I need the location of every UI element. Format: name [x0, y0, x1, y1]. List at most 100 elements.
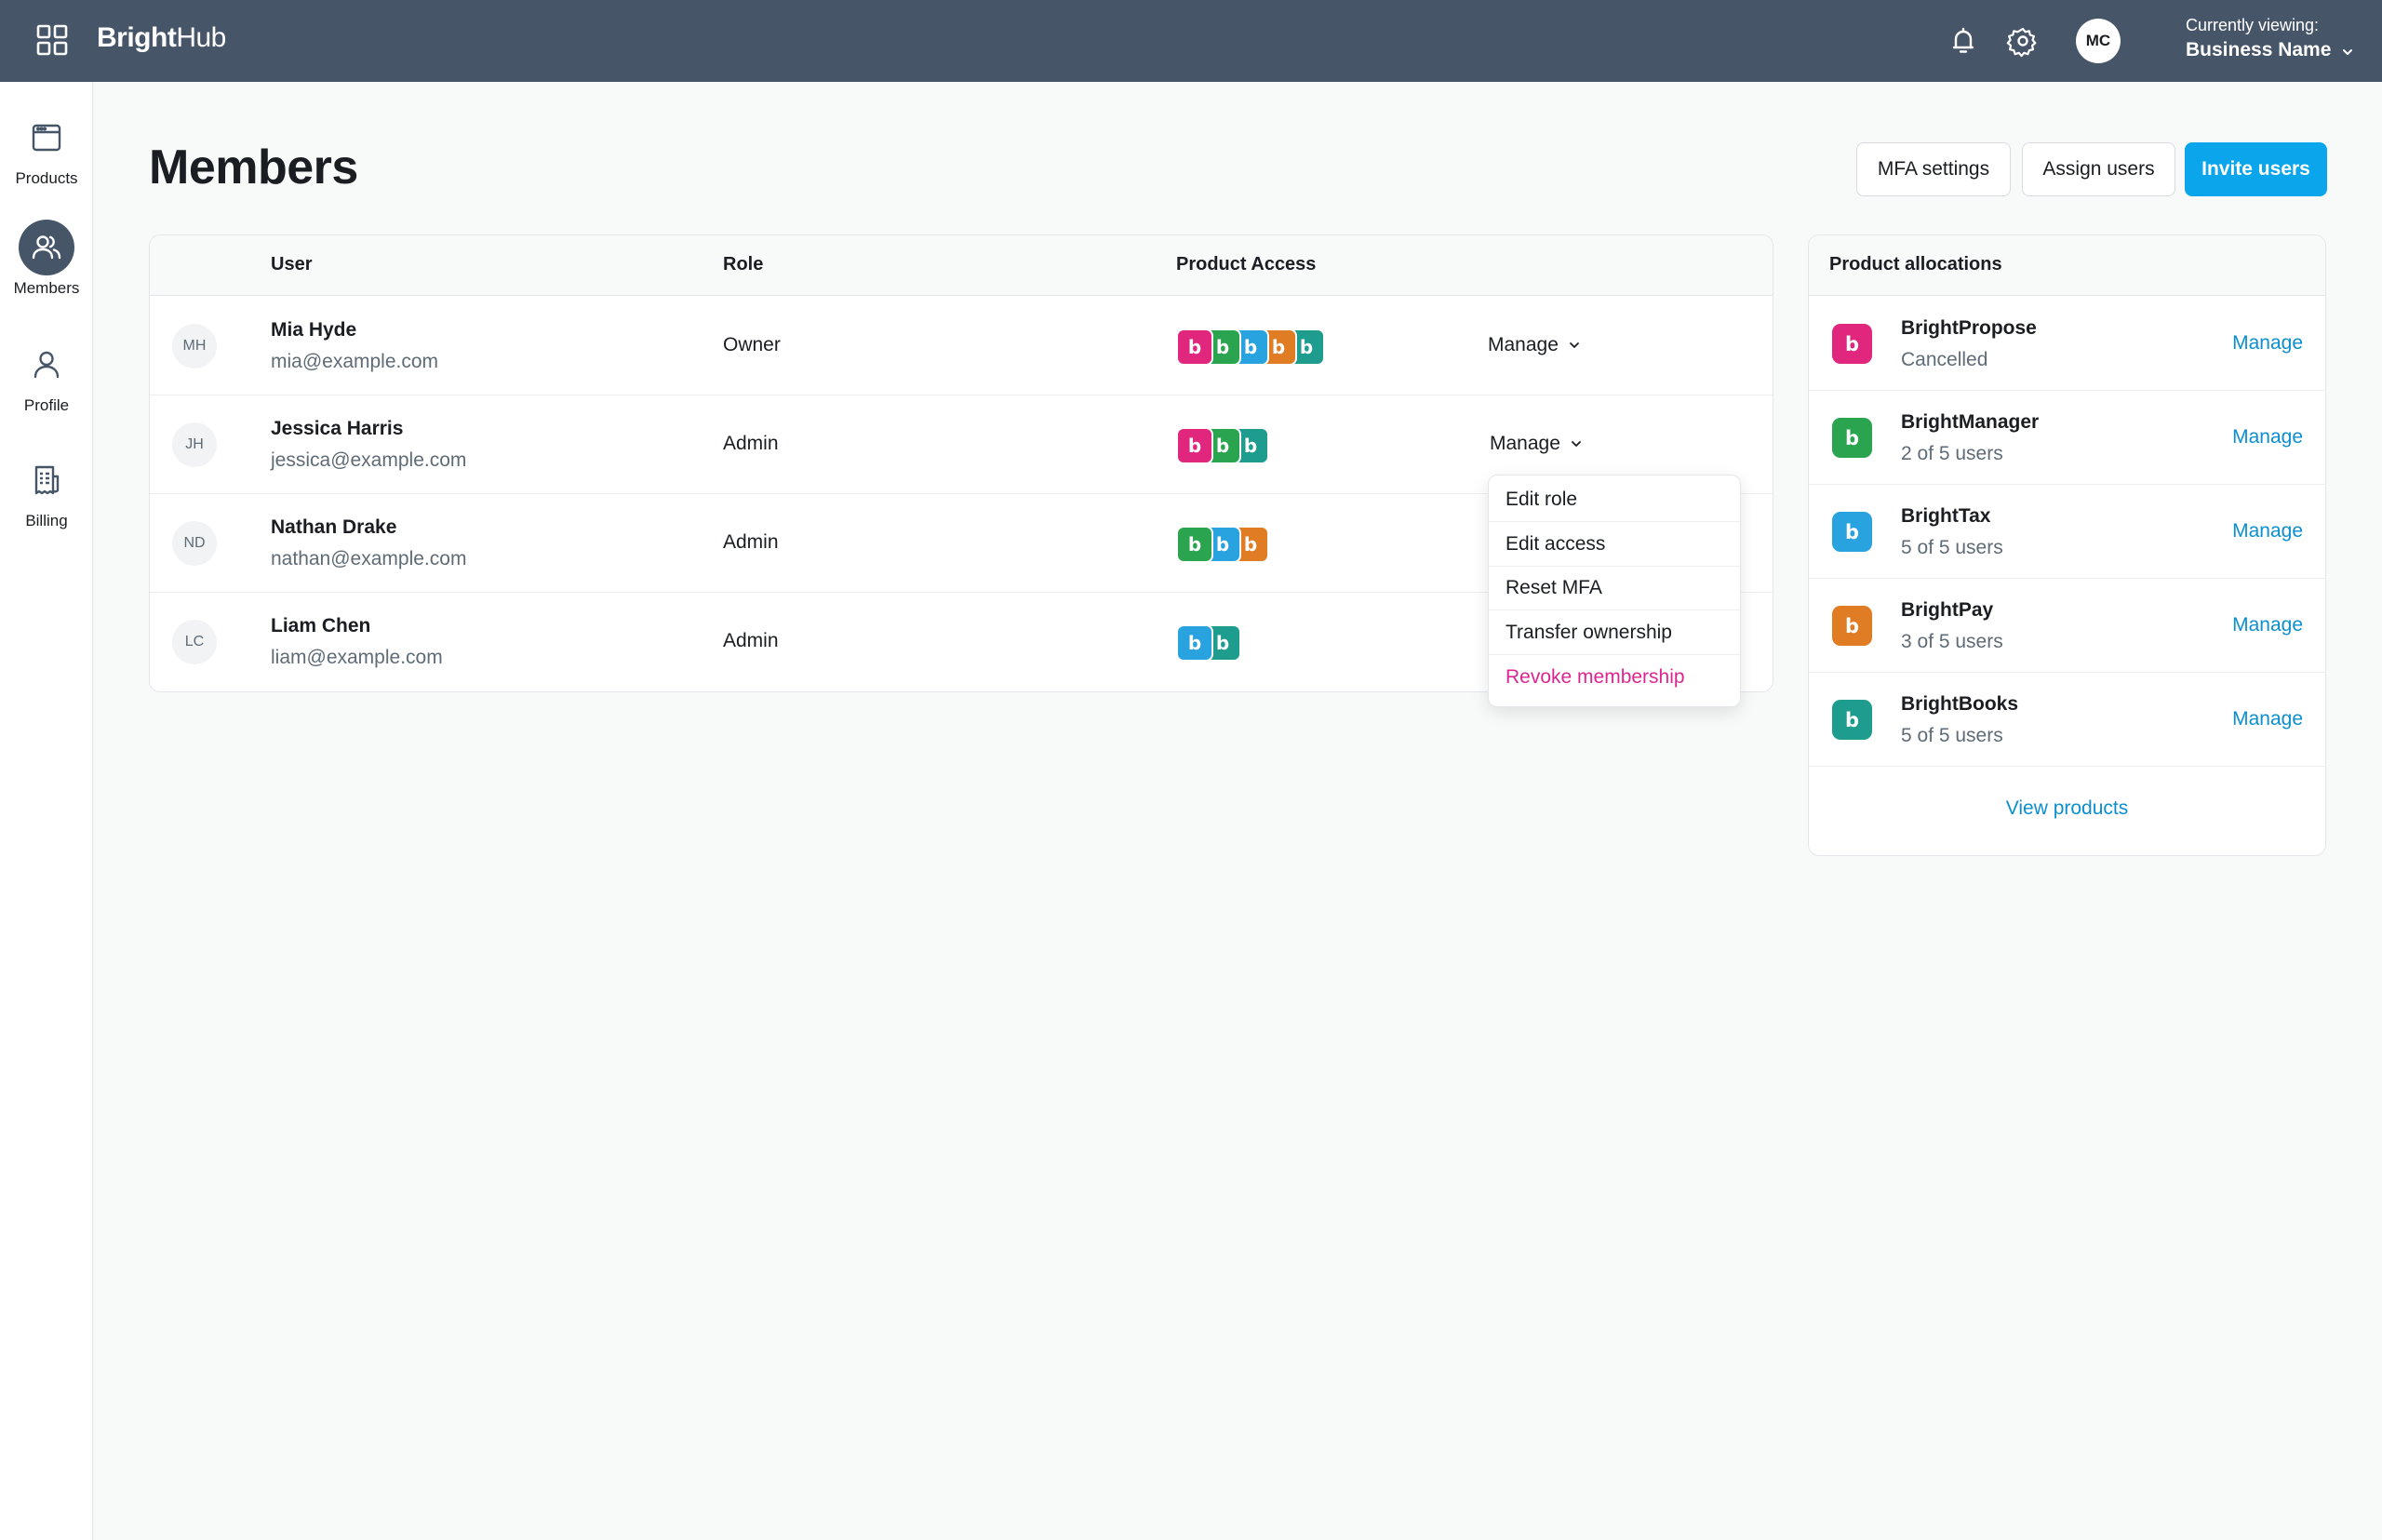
apps-grid-icon[interactable] [35, 23, 69, 57]
chevron-down-icon [2342, 48, 2352, 55]
allocation-row: b BrightManager 2 of 5 users Manage [1809, 391, 2325, 485]
product-logo-icon: b [1832, 418, 1872, 458]
sidebar-item-members[interactable]: Members [0, 220, 93, 322]
allocation-row: b BrightBooks 5 of 5 users Manage [1809, 673, 2325, 767]
product-name: BrightPropose [1901, 317, 2037, 339]
manage-member-button[interactable]: Manage [1490, 433, 1583, 455]
member-name: Mia Hyde [271, 319, 357, 341]
sidebar-item-profile[interactable]: Profile [0, 337, 93, 439]
nav-icon-wrap [19, 452, 74, 508]
manage-product-link[interactable]: Manage [2232, 614, 2303, 636]
panel-header: Product allocations [1809, 235, 2325, 296]
user-avatar[interactable]: MC [2076, 19, 2121, 63]
sidebar-item-label: Billing [25, 512, 68, 529]
product-name: BrightBooks [1901, 693, 2018, 715]
member-role: Owner [723, 334, 781, 355]
top-bar: BrightHub MC Currently viewing: Business… [0, 0, 2382, 82]
edit-role-option[interactable]: Edit role [1489, 478, 1740, 522]
business-switcher[interactable]: Currently viewing: Business Name [2186, 16, 2354, 61]
sidebar-item-products[interactable]: Products [0, 110, 93, 212]
product-name: BrightManager [1901, 411, 2040, 433]
product-usage: 3 of 5 users [1901, 631, 2003, 652]
table-row: MH Mia Hyde mia@example.com Owner b b b b b Ma… [150, 297, 1773, 395]
member-avatar: JH [172, 422, 217, 467]
gear-icon[interactable] [2006, 24, 2040, 58]
product-logo-icon: b [1176, 427, 1213, 464]
member-name: Jessica Harris [271, 418, 404, 439]
transfer-ownership-option[interactable]: Transfer ownership [1489, 611, 1740, 655]
allocation-row: b BrightTax 5 of 5 users Manage [1809, 485, 2325, 579]
member-email: nathan@example.com [271, 548, 467, 569]
manage-dropdown-menu: Edit role Edit access Reset MFA Transfer ow… [1488, 475, 1741, 707]
invite-users-button[interactable]: Invite users [2185, 142, 2327, 196]
product-logo-icon: b [1832, 512, 1872, 552]
manage-product-link[interactable]: Manage [2232, 426, 2303, 449]
business-name: Business Name [2186, 39, 2332, 60]
brand-logo[interactable]: BrightHub [97, 22, 226, 54]
sidebar: Products Members Profile Billing [0, 82, 93, 1540]
product-logo-icon: b [1176, 624, 1213, 662]
brand-logo-bold: Bright [97, 22, 177, 53]
manage-label: Manage [1490, 433, 1560, 454]
mfa-settings-button[interactable]: MFA settings [1856, 142, 2011, 196]
chevron-down-icon [1569, 342, 1579, 348]
member-role: Admin [723, 630, 779, 651]
member-role: Admin [723, 531, 779, 553]
sidebar-item-label: Profile [23, 396, 70, 414]
edit-access-option[interactable]: Edit access [1489, 523, 1740, 567]
column-header-product-access: Product Access [1176, 254, 1317, 275]
product-name: BrightPay [1901, 599, 1994, 621]
nav-icon-wrap [19, 337, 74, 393]
product-logo-icon: b [1832, 700, 1872, 740]
brand-logo-light: Hub [176, 22, 226, 53]
allocation-row: b BrightPay 3 of 5 users Manage [1809, 579, 2325, 673]
viewing-caption: Currently viewing: [2186, 16, 2320, 34]
view-products-link[interactable]: View products [1809, 797, 2325, 820]
product-usage: 5 of 5 users [1901, 537, 2003, 558]
member-avatar: LC [172, 620, 217, 664]
manage-product-link[interactable]: Manage [2232, 520, 2303, 542]
chevron-down-icon [1571, 441, 1581, 447]
member-role: Admin [723, 433, 779, 454]
manage-product-link[interactable]: Manage [2232, 708, 2303, 730]
manage-product-link[interactable]: Manage [2232, 332, 2303, 355]
product-access-icons: bbb [1176, 427, 1269, 464]
product-access-icons: bbb [1176, 526, 1269, 563]
nav-icon-wrap [19, 110, 74, 166]
sidebar-item-label: Members [13, 279, 80, 297]
product-logo-icon: b [1832, 324, 1872, 364]
member-avatar: ND [172, 521, 217, 566]
allocation-row: b BrightPropose Cancelled Manage [1809, 297, 2325, 391]
assign-users-button[interactable]: Assign users [2022, 142, 2175, 196]
window-icon [32, 124, 61, 152]
product-logo-icon: b [1176, 526, 1213, 563]
manage-label: Manage [1488, 334, 1559, 355]
table-header: User Role Product Access [150, 235, 1773, 296]
users-icon [32, 235, 61, 260]
bell-icon[interactable] [1947, 24, 1980, 58]
product-access-icons: bb [1176, 624, 1241, 662]
reset-mfa-option[interactable]: Reset MFA [1489, 567, 1740, 610]
page-title: Members [149, 141, 358, 194]
member-email: liam@example.com [271, 647, 443, 668]
product-usage: Cancelled [1901, 349, 1988, 370]
column-header-role: Role [723, 254, 764, 275]
manage-member-button[interactable]: Manage [1488, 334, 1581, 356]
product-allocations-panel: Product allocations b BrightPropose Cance… [1808, 234, 2326, 856]
receipt-icon [34, 465, 60, 495]
product-usage: 2 of 5 users [1901, 443, 2003, 464]
sidebar-item-label: Products [15, 169, 78, 187]
member-avatar: MH [172, 324, 217, 368]
member-email: jessica@example.com [271, 449, 467, 471]
revoke-membership-option[interactable]: Revoke membership [1489, 655, 1740, 699]
user-icon [33, 351, 60, 379]
product-logo-icon: b [1176, 328, 1213, 366]
panel-title: Product allocations [1829, 254, 2002, 275]
column-header-user: User [271, 254, 313, 275]
member-name: Liam Chen [271, 615, 371, 636]
product-name: BrightTax [1901, 505, 1991, 527]
product-access-icons: bbbbb [1176, 328, 1325, 366]
sidebar-item-billing[interactable]: Billing [0, 452, 93, 555]
member-name: Nathan Drake [271, 516, 397, 538]
product-logo-icon: b [1832, 606, 1872, 646]
